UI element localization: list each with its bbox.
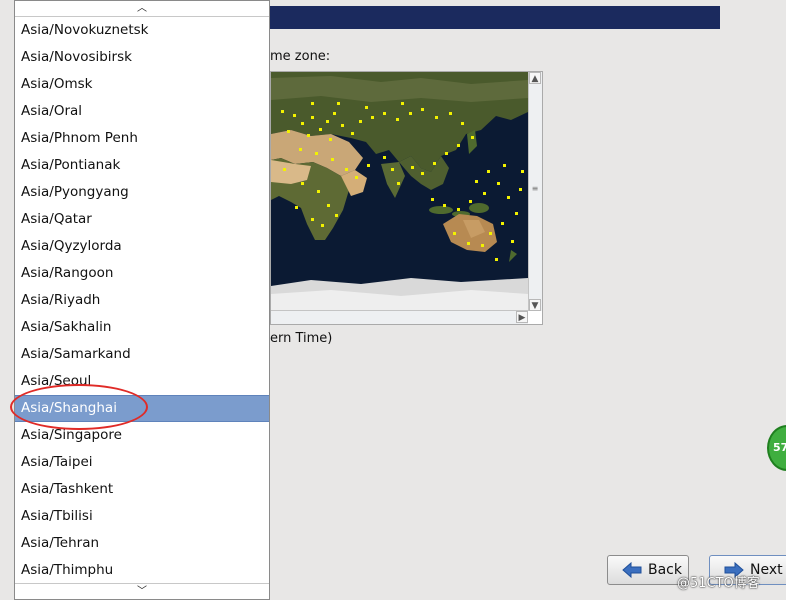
timezone-option[interactable]: Asia/Thimphu <box>15 557 269 584</box>
timezone-option[interactable]: Asia/Oral <box>15 98 269 125</box>
chevron-down-icon[interactable]: ▼ <box>529 299 541 311</box>
chevron-right-icon[interactable]: ▶ <box>516 311 528 323</box>
timezone-option[interactable]: Asia/Shanghai <box>15 395 269 422</box>
world-map[interactable] <box>271 72 528 311</box>
timezone-option[interactable]: Asia/Omsk <box>15 71 269 98</box>
timezone-option[interactable]: Asia/Tbilisi <box>15 503 269 530</box>
watermark-text: @51CTO博客 <box>677 576 760 591</box>
timezone-option[interactable]: Asia/Tashkent <box>15 476 269 503</box>
timezone-option[interactable]: Asia/Pyongyang <box>15 179 269 206</box>
timezone-option[interactable]: Asia/Phnom Penh <box>15 125 269 152</box>
map-vertical-scrollbar[interactable]: ▲ ≡ ▼ <box>528 72 542 311</box>
timezone-option[interactable]: Asia/Seoul <box>15 368 269 395</box>
timezone-dropdown-list[interactable]: ︿ Asia/Novokuznetsk Asia/Novosibirsk Asia/… <box>14 0 270 600</box>
header-banner <box>268 6 720 29</box>
timezone-options[interactable]: Asia/Novokuznetsk Asia/Novosibirsk Asia/Om… <box>15 17 269 584</box>
timezone-option[interactable]: Asia/Samarkand <box>15 341 269 368</box>
timezone-option[interactable]: Asia/Singapore <box>15 422 269 449</box>
arrow-left-icon <box>622 562 642 578</box>
timezone-option[interactable]: Asia/Pontianak <box>15 152 269 179</box>
world-map-panel[interactable]: ▲ ≡ ▼ ▶ <box>270 71 543 325</box>
selected-timezone-label: ern Time) <box>270 331 333 346</box>
timezone-option[interactable]: Asia/Riyadh <box>15 287 269 314</box>
timezone-option[interactable]: Asia/Sakhalin <box>15 314 269 341</box>
timezone-option[interactable]: Asia/Tehran <box>15 530 269 557</box>
timezone-option[interactable]: Asia/Novosibirsk <box>15 44 269 71</box>
chevron-down-icon[interactable]: ﹀ <box>15 583 269 599</box>
scroll-grip-icon[interactable]: ≡ <box>531 184 539 193</box>
chevron-up-icon[interactable]: ▲ <box>529 72 541 84</box>
timezone-prompt: me zone: <box>270 49 331 64</box>
timezone-option[interactable]: Asia/Qyzylorda <box>15 233 269 260</box>
status-badge: 57 <box>767 425 786 471</box>
world-map-graphic[interactable] <box>271 72 528 311</box>
map-horizontal-scrollbar[interactable]: ▶ <box>271 310 528 324</box>
chevron-up-icon[interactable]: ︿ <box>15 1 269 17</box>
timezone-option[interactable]: Asia/Rangoon <box>15 260 269 287</box>
timezone-option[interactable]: Asia/Novokuznetsk <box>15 17 269 44</box>
timezone-option[interactable]: Asia/Qatar <box>15 206 269 233</box>
timezone-option[interactable]: Asia/Taipei <box>15 449 269 476</box>
